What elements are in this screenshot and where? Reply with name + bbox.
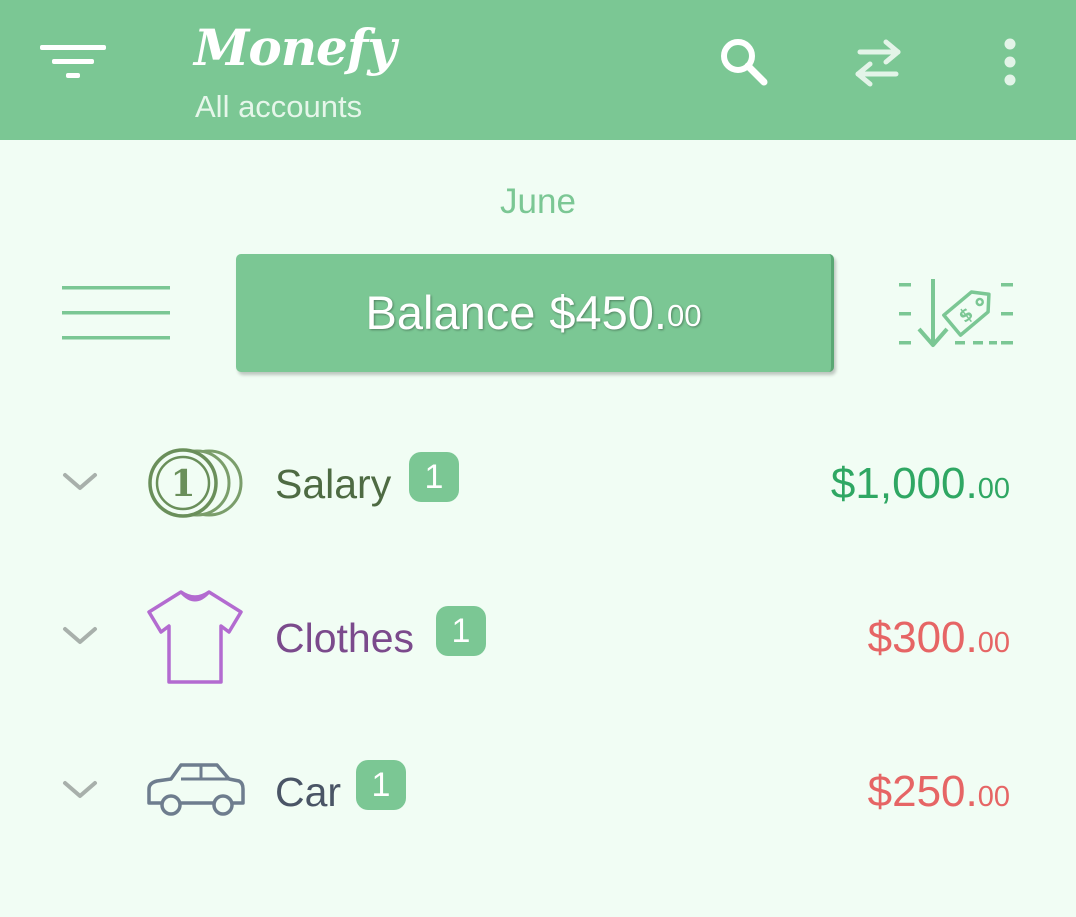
category-amount: $300.00 [868, 610, 1010, 671]
category-amount: $250.00 [868, 764, 1010, 825]
category-name: Clothes [275, 615, 415, 661]
svg-text:1: 1 [170, 463, 195, 505]
account-selector[interactable]: All accounts [195, 88, 362, 126]
price-tag-download-icon[interactable]: $ [896, 272, 1016, 356]
category-name: Car [275, 769, 342, 815]
amount-main: $1,000. [830, 459, 978, 508]
chevron-down-icon[interactable] [56, 462, 104, 502]
amount-main: $250. [867, 767, 978, 816]
amount-cents: 00 [977, 473, 1010, 505]
chevron-down-icon[interactable] [56, 770, 104, 810]
balance-label: Balance [365, 286, 536, 339]
category-row-car[interactable]: Car 1 $250.00 [0, 736, 1076, 846]
transaction-count-badge: 1 [409, 452, 459, 502]
amount-cents: 00 [977, 781, 1010, 813]
balance-amount: $450. [549, 286, 667, 339]
amount-cents: 00 [977, 627, 1010, 659]
transaction-count-badge: 1 [436, 606, 486, 656]
car-icon [140, 741, 250, 841]
coins-icon: 1 [140, 433, 250, 533]
chevron-down-icon[interactable] [56, 616, 104, 656]
balance-cents: 00 [667, 298, 702, 333]
app-bar: Monefy All accounts [0, 0, 1076, 140]
app-logo: Monefy [194, 18, 396, 77]
period-label[interactable]: June [0, 180, 1076, 224]
filter-menu-icon[interactable] [30, 32, 116, 92]
t-shirt-icon [140, 587, 250, 687]
category-name: Salary [275, 461, 392, 507]
balance-button[interactable]: Balance $450. 00 [236, 254, 834, 372]
more-vert-icon[interactable] [978, 30, 1042, 94]
category-row-clothes[interactable]: Clothes 1 $300.00 [0, 582, 1076, 692]
transaction-count-badge: 1 [356, 760, 406, 810]
category-row-salary[interactable]: 1 Salary 1 $1,000.00 [0, 428, 1076, 538]
amount-main: $300. [867, 613, 978, 662]
transfer-arrows-icon[interactable] [846, 30, 910, 94]
search-icon[interactable] [712, 30, 776, 94]
list-lines-icon[interactable] [56, 280, 176, 346]
category-amount: $1,000.00 [831, 456, 1010, 517]
